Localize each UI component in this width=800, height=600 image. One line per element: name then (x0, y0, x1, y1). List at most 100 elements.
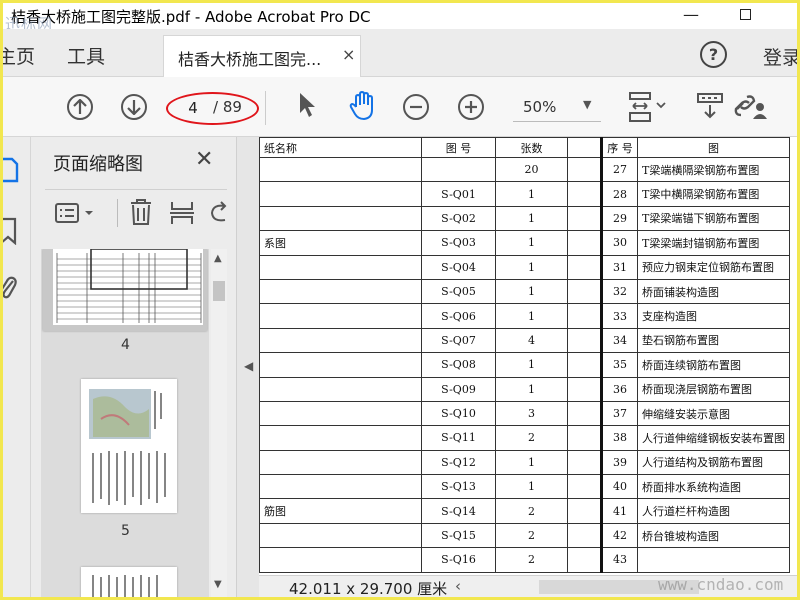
thumbnail-list[interactable]: 4 5 (41, 249, 209, 597)
table-cell: 42 (600, 522, 638, 549)
table-cell (567, 278, 602, 305)
thumbnail-page-4[interactable] (43, 249, 207, 331)
scrollbar-thumb[interactable] (213, 281, 225, 301)
red-annotation-circle (166, 92, 259, 125)
table-cell: S-Q09 (421, 376, 496, 402)
table-cell (567, 181, 602, 207)
scroll-left-icon[interactable]: ‹ (455, 577, 461, 595)
table-cell (567, 352, 602, 378)
share-link-button[interactable] (733, 91, 769, 125)
header-cell: 图 (637, 137, 790, 158)
help-icon[interactable]: ? (700, 41, 727, 68)
table-cell: 36 (600, 376, 638, 402)
rotate-page-button[interactable] (209, 200, 227, 230)
table-row: 20 27 T梁端横隔梁钢筋布置图 (259, 156, 790, 183)
table-cell: 33 (600, 303, 638, 329)
previous-page-button[interactable] (67, 94, 93, 120)
thumbnail-page-6[interactable] (81, 567, 177, 597)
page-thumbnails-icon[interactable] (3, 157, 19, 187)
table-row: S-Q05 1 32 桥面铺装构造图 (259, 278, 790, 305)
table-cell: 1 (495, 474, 568, 500)
nav-tools-tab[interactable]: 工具 (67, 42, 105, 69)
table-row: S-Q10 3 37 伸缩缝安装示意图 (259, 400, 790, 427)
panel-close-button[interactable]: ✕ (195, 147, 213, 172)
scroll-mode-button[interactable] (697, 91, 723, 125)
table-cell (259, 522, 422, 549)
table-cell: 31 (600, 254, 638, 280)
nav-home-tab[interactable]: 主页 (3, 42, 35, 69)
table-cell (259, 425, 422, 451)
table-cell: 40 (600, 474, 638, 500)
table-cell (259, 205, 422, 232)
thumbnail-4-image (43, 249, 207, 331)
document-tab-close-button[interactable]: × (342, 45, 355, 64)
window-title: 桔香大桥施工图完整版.pdf - Adobe Acrobat Pro DC (11, 8, 371, 26)
table-cell: 29 (600, 205, 638, 232)
table-cell: 20 (495, 156, 568, 183)
panel-title: 页面缩略图 (53, 154, 143, 175)
table-cell (567, 522, 602, 549)
scroll-down-icon[interactable]: ▼ (214, 579, 222, 590)
header-cell: 序 号 (600, 137, 638, 158)
table-cell: 桥面铺装构造图 (637, 278, 790, 305)
attachment-icon[interactable] (3, 273, 17, 303)
table-cell: 人行道伸缩缝钢板安装布置图 (637, 425, 790, 451)
header-cell: 图 号 (421, 137, 496, 158)
table-row: 系图 S-Q03 1 30 T梁梁端封锚钢筋布置图 (259, 230, 790, 256)
page-display-button[interactable] (627, 91, 669, 127)
link-user-icon (734, 95, 767, 119)
panel-toolbar-divider (117, 199, 118, 227)
table-cell: 1 (495, 376, 568, 402)
table-cell: 1 (495, 352, 568, 378)
thumbnail-scrollbar[interactable]: ▲ ▼ (211, 249, 227, 597)
thumbnail-label-4: 4 (121, 337, 130, 353)
extract-page-button[interactable] (169, 200, 195, 230)
table-cell: S-Q12 (421, 449, 496, 476)
table-cell: S-Q07 (421, 327, 496, 354)
table-cell (637, 547, 790, 573)
zoom-dropdown-icon[interactable]: ▼ (583, 98, 591, 111)
thumbnail-page-5[interactable] (81, 379, 177, 513)
table-cell: 预应力钢束定位钢筋布置图 (637, 254, 790, 280)
hand-tool-button[interactable] (347, 90, 377, 125)
table-cell: 1 (495, 230, 568, 256)
table-cell: 桥面现浇层钢筋布置图 (637, 376, 790, 402)
pane-splitter[interactable]: ◀ (237, 137, 259, 597)
sign-in-button[interactable]: 登录 (763, 43, 797, 70)
maximize-button[interactable] (725, 3, 765, 29)
thumbnail-options-button[interactable] (55, 202, 99, 228)
delete-page-button[interactable] (129, 198, 153, 230)
scroll-up-icon[interactable]: ▲ (214, 253, 222, 264)
table-cell (567, 449, 602, 476)
table-cell: 4 (495, 327, 568, 354)
table-cell: 35 (600, 352, 638, 378)
list-options-icon (55, 203, 93, 223)
table-cell: 2 (495, 547, 568, 573)
table-row: S-Q09 1 36 桥面现浇层钢筋布置图 (259, 376, 790, 402)
table-row: S-Q01 1 28 T梁中横隔梁钢筋布置图 (259, 181, 790, 207)
document-tab[interactable]: 桔香大桥施工图完... × (163, 35, 361, 77)
collapse-pane-icon[interactable]: ◀ (244, 359, 253, 373)
table-cell: S-Q05 (421, 278, 496, 305)
minimize-button[interactable]: — (671, 3, 711, 29)
select-tool-button[interactable] (297, 91, 317, 123)
arrow-down-icon (127, 100, 141, 116)
next-page-button[interactable] (121, 94, 147, 120)
zoom-out-button[interactable] (403, 94, 429, 120)
document-view[interactable]: 纸名称 图 号 张数 序 号 图 20 27 T梁端横隔梁钢筋布置图 S-Q01 1 28… (259, 137, 797, 575)
table-cell: 桥面连续钢筋布置图 (637, 352, 790, 378)
table-cell: S-Q13 (421, 474, 496, 500)
toolbar-divider (265, 91, 266, 125)
page-dimensions: 42.011 x 29.700 厘米 (289, 580, 448, 597)
title-bar: 桔香大桥施工图完整版.pdf - Adobe Acrobat Pro DC 迅标… (3, 3, 797, 33)
table-cell: S-Q11 (421, 425, 496, 451)
table-row: S-Q16 2 43 (259, 547, 790, 573)
table-cell (259, 254, 422, 280)
zoom-in-button[interactable] (458, 94, 484, 120)
table-row: S-Q12 1 39 人行道结构及钢筋布置图 (259, 449, 790, 476)
table-cell (259, 181, 422, 207)
zoom-level-value[interactable]: 50% (523, 98, 556, 116)
table-cell: 1 (495, 181, 568, 207)
bookmark-icon[interactable] (3, 217, 17, 249)
table-cell (567, 205, 602, 232)
